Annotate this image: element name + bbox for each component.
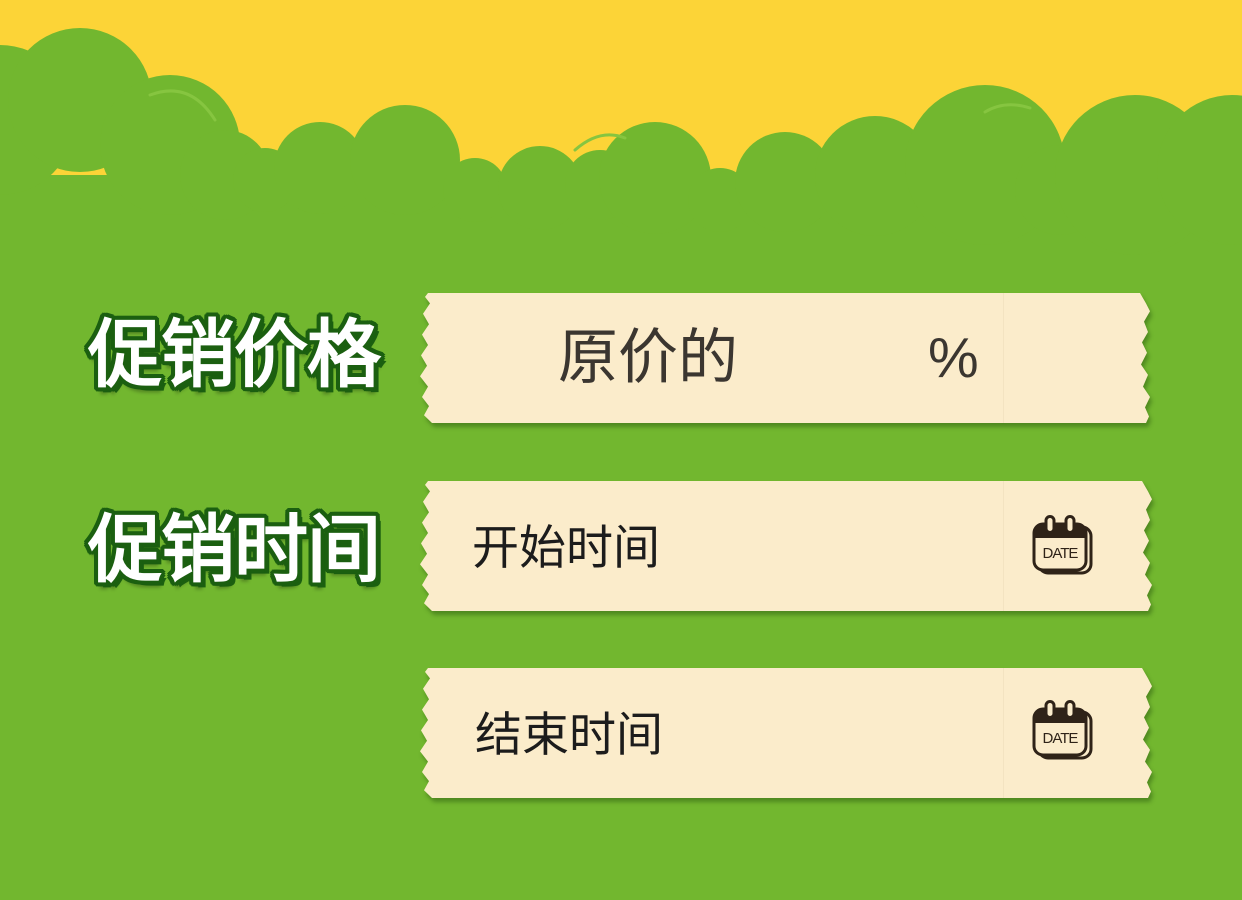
start-time-input[interactable] (472, 518, 992, 578)
promotion-price-label: 促销价格 (88, 312, 381, 398)
calendar-icon-text: DATE (1043, 545, 1079, 562)
price-tape[interactable]: 原价的 % (420, 293, 1150, 423)
promotion-time-label: 促销时间 (88, 507, 381, 593)
price-prefix-text: 原价的 (558, 323, 738, 393)
calendar-icon-text: DATE (1043, 730, 1079, 747)
end-time-tape[interactable]: DATE (420, 668, 1152, 798)
percent-sign: % (928, 326, 979, 390)
start-time-tape[interactable]: DATE (420, 481, 1152, 611)
promotion-price-panel: 原价的 % (420, 293, 1150, 423)
discount-percent-input[interactable] (750, 329, 920, 387)
panel-divider (1003, 481, 1004, 611)
end-time-panel: DATE (420, 668, 1152, 798)
end-time-input[interactable] (475, 705, 995, 765)
panel-divider (1003, 668, 1004, 798)
panel-divider (1003, 293, 1004, 423)
start-time-panel: DATE (420, 481, 1152, 611)
calendar-icon[interactable]: DATE (1032, 700, 1094, 760)
calendar-icon[interactable]: DATE (1032, 515, 1094, 575)
